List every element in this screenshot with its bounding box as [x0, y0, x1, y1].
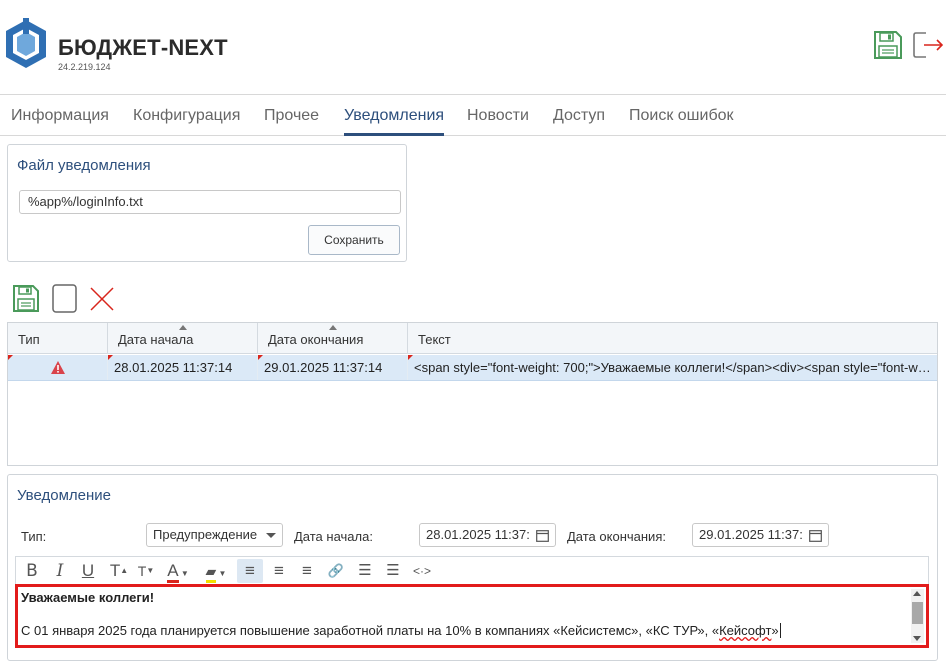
editor-scrollbar[interactable]	[911, 589, 924, 643]
tab-access[interactable]: Доступ	[553, 95, 605, 136]
italic-icon[interactable]: I	[48, 559, 72, 583]
floppy-disk-icon[interactable]	[873, 30, 903, 60]
notification-title: Уведомление	[17, 487, 112, 504]
text-cursor	[779, 623, 781, 638]
highlight-color-icon[interactable]: ▰ ▼	[198, 559, 234, 583]
notification-file-path-input[interactable]: %app%/loginInfo.txt	[19, 190, 401, 214]
start-date-input-value: 28.01.2025 11:37:14	[426, 527, 530, 542]
scroll-up-icon[interactable]	[913, 591, 921, 596]
end-date-value: 29.01.2025 11:37:14	[264, 360, 383, 375]
type-cell	[8, 355, 108, 380]
link-icon[interactable]: 🔗	[324, 559, 348, 583]
logout-icon[interactable]	[912, 30, 944, 60]
start-date-cell: 28.01.2025 11:37:14	[108, 355, 258, 380]
align-left-icon[interactable]: ≡	[237, 559, 263, 583]
changed-marker	[408, 355, 413, 360]
changed-marker	[258, 355, 263, 360]
highlight-color-glyph: ▰	[205, 562, 217, 583]
scrollbar-thumb[interactable]	[912, 602, 923, 624]
start-date-value: 28.01.2025 11:37:14	[114, 360, 233, 375]
end-date-cell: 29.01.2025 11:37:14	[258, 355, 408, 380]
calendar-icon	[809, 530, 822, 542]
start-date-input[interactable]: 28.01.2025 11:37:14	[419, 523, 556, 547]
app-logo	[6, 18, 46, 68]
end-date-input[interactable]: 29.01.2025 11:37:14	[692, 523, 829, 547]
ordered-list-icon[interactable]: ☰	[352, 559, 378, 583]
start-date-label: Дата начала:	[294, 529, 373, 544]
font-size-decrease-icon[interactable]: T▼	[134, 559, 158, 583]
app-header: БЮДЖЕТ-NEXT 24.2.219.124	[0, 0, 946, 94]
changed-marker	[8, 355, 13, 360]
floppy-disk-icon[interactable]	[12, 284, 40, 313]
column-header-end-date[interactable]: Дата окончания	[258, 323, 408, 354]
misspelled-word: Кейсофт	[719, 623, 772, 638]
save-file-button[interactable]: Сохранить	[308, 225, 400, 255]
changed-marker	[108, 355, 113, 360]
html-source-icon[interactable]: <·>	[408, 559, 436, 583]
column-header-end-date-label: Дата окончания	[268, 332, 364, 347]
align-center-icon[interactable]: ≡	[266, 559, 292, 583]
text-value: <span style="font-weight: 700;">Уважаемы…	[414, 360, 937, 375]
notification-text-editor[interactable]: Уважаемые коллеги! С 01 января 2025 года…	[15, 584, 929, 648]
tab-error-search[interactable]: Поиск ошибок	[629, 95, 734, 136]
chevron-down-icon	[266, 533, 276, 538]
tab-other[interactable]: Прочее	[264, 95, 319, 136]
end-date-input-value: 29.01.2025 11:37:14	[699, 527, 803, 542]
type-select-value: Предупреждение	[153, 527, 257, 542]
tab-configuration[interactable]: Конфигурация	[133, 95, 240, 136]
editor-heading: Уважаемые коллеги!	[21, 590, 155, 605]
editor-body-text: С 01 января 2025 года планируется повыше…	[21, 623, 720, 638]
type-select[interactable]: Предупреждение	[146, 523, 283, 547]
tab-information[interactable]: Информация	[11, 95, 109, 136]
unordered-list-icon[interactable]: ☰	[380, 559, 406, 583]
column-header-text[interactable]: Текст	[408, 323, 937, 354]
grid-header: Тип Дата начала Дата окончания Текст	[8, 323, 937, 354]
notification-file-title: Файл уведомления	[17, 157, 151, 174]
text-color-glyph: A	[167, 562, 179, 583]
text-color-icon[interactable]: A ▼	[162, 559, 194, 583]
column-header-type[interactable]: Тип	[8, 323, 108, 354]
app-name: БЮДЖЕТ-NEXT	[58, 35, 228, 60]
column-header-start-date[interactable]: Дата начала	[108, 323, 258, 354]
underline-icon[interactable]: U	[76, 559, 100, 583]
end-date-label: Дата окончания:	[567, 529, 666, 544]
type-label: Тип:	[21, 529, 47, 544]
editor-body: С 01 января 2025 года планируется повыше…	[21, 623, 781, 638]
app-version: 24.2.219.124	[58, 62, 111, 72]
bold-icon[interactable]: B	[20, 559, 44, 583]
table-row[interactable]: 28.01.2025 11:37:14 29.01.2025 11:37:14 …	[8, 355, 937, 381]
new-document-icon[interactable]	[52, 284, 77, 313]
main-tabs: Информация Конфигурация Прочее Уведомлен…	[0, 94, 946, 136]
warning-triangle-icon	[50, 361, 65, 374]
delete-x-icon[interactable]	[89, 286, 115, 312]
align-right-icon[interactable]: ≡	[294, 559, 320, 583]
editor-body-end: »	[771, 623, 779, 638]
font-size-increase-icon[interactable]: T▲	[106, 559, 132, 583]
column-header-start-date-label: Дата начала	[118, 332, 194, 347]
calendar-icon	[536, 530, 549, 542]
sort-ascending-icon	[178, 325, 187, 330]
sort-ascending-icon	[328, 325, 337, 330]
editor-toolbar: B I U T▲ T▼ A ▼ ▰ ▼ ≡ ≡ ≡ 🔗 ☰ ☰ <·>	[15, 556, 929, 584]
tab-news[interactable]: Новости	[467, 95, 529, 136]
tab-notifications[interactable]: Уведомления	[344, 95, 445, 136]
notifications-grid: Тип Дата начала Дата окончания Текст 28.…	[7, 322, 938, 466]
scroll-down-icon[interactable]	[913, 636, 921, 641]
font-size-increase-glyph: T	[109, 561, 121, 580]
text-cell: <span style="font-weight: 700;">Уважаемы…	[408, 355, 937, 380]
